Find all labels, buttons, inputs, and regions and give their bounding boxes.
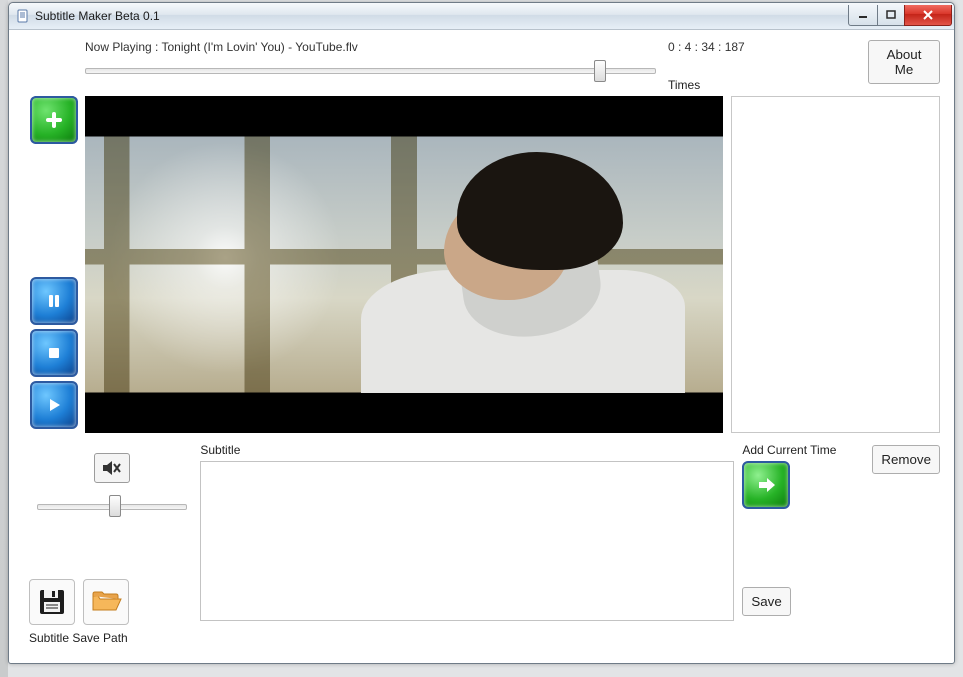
seek-thumb[interactable] bbox=[594, 60, 606, 82]
mute-icon bbox=[102, 460, 122, 476]
video-preview[interactable] bbox=[85, 96, 723, 433]
window-controls bbox=[849, 5, 952, 25]
subtitle-heading: Subtitle bbox=[200, 443, 734, 457]
arrow-right-icon bbox=[753, 472, 779, 498]
play-icon bbox=[44, 395, 64, 415]
desktop-edge bbox=[0, 0, 8, 677]
mute-button[interactable] bbox=[94, 453, 130, 483]
open-folder-button[interactable] bbox=[83, 579, 129, 625]
titlebar[interactable]: Subtitle Maker Beta 0.1 bbox=[9, 3, 954, 30]
add-current-time-heading: Add Current Time bbox=[742, 443, 872, 457]
window-title: Subtitle Maker Beta 0.1 bbox=[35, 9, 160, 23]
timecode-label: 0 : 4 : 34 : 187 bbox=[668, 40, 868, 54]
app-icon bbox=[15, 8, 31, 24]
seek-slider[interactable] bbox=[85, 60, 656, 80]
add-current-time-button[interactable] bbox=[742, 461, 790, 509]
close-button[interactable] bbox=[904, 5, 952, 26]
times-listbox[interactable] bbox=[731, 96, 940, 433]
play-button[interactable] bbox=[30, 381, 78, 429]
about-me-button[interactable]: About Me bbox=[868, 40, 940, 84]
save-file-button[interactable] bbox=[29, 579, 75, 625]
folder-open-icon bbox=[90, 588, 122, 616]
pause-icon bbox=[44, 291, 64, 311]
volume-thumb[interactable] bbox=[109, 495, 121, 517]
maximize-icon bbox=[886, 10, 896, 20]
app-window: Subtitle Maker Beta 0.1 Now Playing : To… bbox=[8, 2, 955, 664]
client-area: Now Playing : Tonight (I'm Lovin' You) -… bbox=[9, 30, 954, 663]
now-playing-label: Now Playing : Tonight (I'm Lovin' You) -… bbox=[85, 40, 658, 54]
stop-button[interactable] bbox=[30, 329, 78, 377]
times-heading: Times bbox=[668, 78, 868, 92]
minimize-button[interactable] bbox=[848, 5, 878, 26]
seek-track bbox=[85, 68, 656, 74]
volume-slider[interactable] bbox=[37, 495, 187, 517]
subtitle-save-path-label: Subtitle Save Path bbox=[29, 631, 128, 645]
minimize-icon bbox=[858, 10, 868, 20]
plus-icon bbox=[41, 107, 67, 133]
add-subtitle-button[interactable] bbox=[30, 96, 78, 144]
close-icon bbox=[922, 10, 934, 20]
maximize-button[interactable] bbox=[877, 5, 905, 26]
save-button[interactable]: Save bbox=[742, 587, 790, 616]
pause-button[interactable] bbox=[30, 277, 78, 325]
stop-icon bbox=[44, 343, 64, 363]
remove-button[interactable]: Remove bbox=[872, 445, 940, 474]
subtitle-textarea[interactable] bbox=[200, 461, 734, 621]
floppy-disk-icon bbox=[37, 587, 67, 617]
